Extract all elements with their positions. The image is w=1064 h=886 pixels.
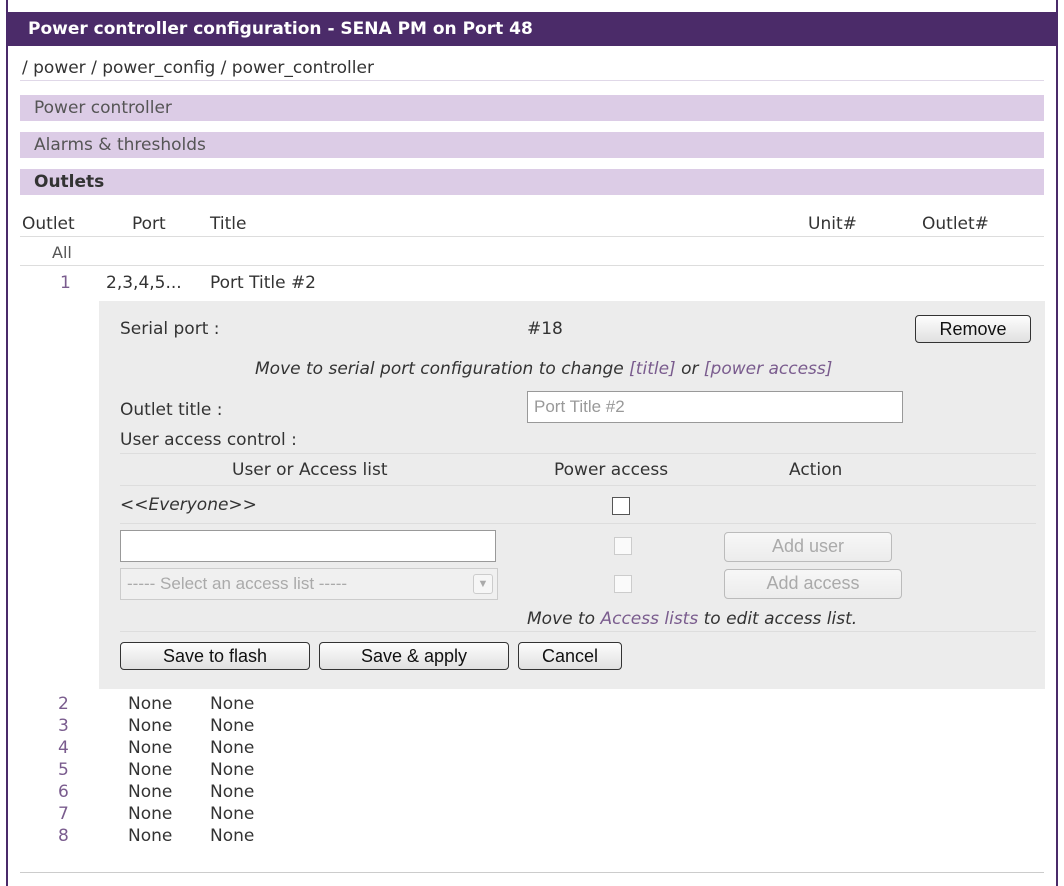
outlet-number[interactable]: 5: [58, 760, 69, 780]
breadcrumb[interactable]: / power / power_config / power_controlle…: [22, 58, 374, 78]
col-outlet: Outlet: [22, 214, 75, 234]
outlet-number: 1: [60, 273, 71, 293]
everyone-power-checkbox[interactable]: [612, 497, 630, 515]
everyone-label: <<Everyone>>: [120, 495, 257, 515]
cancel-button[interactable]: Cancel: [518, 642, 622, 670]
divider: [20, 236, 1044, 237]
acl-col-power: Power access: [554, 460, 669, 480]
outlet-number[interactable]: 7: [58, 804, 69, 824]
port-list: 2,3,4,5...: [106, 273, 182, 293]
save-apply-button[interactable]: Save & apply: [319, 642, 509, 670]
remove-button[interactable]: Remove: [915, 315, 1031, 343]
power-access-config-link[interactable]: [power access]: [704, 359, 833, 379]
title-value: None: [210, 694, 255, 714]
port-value: None: [128, 804, 173, 824]
outlet-number[interactable]: 2: [58, 694, 69, 714]
user-access-label: User access control :: [120, 430, 297, 450]
acl-col-user: User or Access list: [232, 460, 388, 480]
port-value: None: [128, 694, 173, 714]
divider: [120, 523, 1036, 524]
title-value: None: [210, 760, 255, 780]
outlet-detail-panel: Serial port : #18 Remove Move to serial …: [99, 301, 1045, 689]
divider: [120, 453, 1036, 454]
outlet-title-label: Outlet title :: [120, 400, 223, 420]
col-port: Port: [132, 214, 166, 234]
hint-text: to edit access list.: [698, 609, 858, 629]
outlet-number[interactable]: 8: [58, 826, 69, 846]
col-unit: Unit#: [808, 214, 857, 234]
title-config-link[interactable]: [title]: [629, 359, 676, 379]
outlet-number[interactable]: 3: [58, 716, 69, 736]
acl-col-action: Action: [789, 460, 843, 480]
outlet-number[interactable]: 4: [58, 738, 69, 758]
col-title: Title: [210, 214, 247, 234]
port-value: None: [128, 782, 173, 802]
port-value: None: [128, 826, 173, 846]
page-title: Power controller configuration - SENA PM…: [8, 12, 1058, 46]
divider: [20, 265, 1044, 266]
add-user-button[interactable]: Add user: [724, 532, 892, 562]
access-list-select[interactable]: ----- Select an access list ----- ▼: [120, 568, 498, 600]
outlet-number[interactable]: 6: [58, 782, 69, 802]
divider: [20, 80, 1044, 81]
section-alarms-thresholds[interactable]: Alarms & thresholds: [20, 132, 1044, 158]
col-outlet-number: Outlet#: [922, 214, 989, 234]
access-list-hint: Move to Access lists to edit access list…: [527, 609, 857, 629]
port-value: None: [128, 760, 173, 780]
user-power-checkbox[interactable]: [614, 537, 632, 555]
user-name-input[interactable]: [120, 530, 496, 562]
divider: [120, 631, 1036, 632]
port-value: None: [128, 738, 173, 758]
serial-port-value: #18: [527, 319, 563, 339]
access-list-power-checkbox[interactable]: [614, 575, 632, 593]
section-power-controller[interactable]: Power controller: [20, 95, 1044, 121]
access-list-select-value: ----- Select an access list -----: [127, 574, 348, 593]
divider: [120, 485, 1036, 486]
outlet-title[interactable]: Port Title #2: [210, 273, 316, 293]
section-outlets[interactable]: Outlets: [20, 169, 1044, 195]
title-value: None: [210, 782, 255, 802]
hint-text: or: [675, 359, 704, 379]
save-to-flash-button[interactable]: Save to flash: [120, 642, 310, 670]
add-access-button[interactable]: Add access: [724, 569, 902, 599]
title-value: None: [210, 716, 255, 736]
outlet-title-field[interactable]: Port Title #2: [527, 391, 903, 423]
serial-config-hint: Move to serial port configuration to cha…: [255, 359, 832, 379]
port-value: None: [128, 716, 173, 736]
divider: [20, 872, 1044, 873]
chevron-down-icon: ▼: [473, 574, 493, 594]
all-outlets-link[interactable]: All: [52, 243, 72, 262]
title-value: None: [210, 826, 255, 846]
title-value: None: [210, 738, 255, 758]
hint-text: Move to serial port configuration to cha…: [255, 359, 630, 379]
access-lists-link[interactable]: Access lists: [600, 609, 698, 629]
hint-text: Move to: [527, 609, 601, 629]
title-value: None: [210, 804, 255, 824]
serial-port-label: Serial port :: [120, 319, 220, 339]
